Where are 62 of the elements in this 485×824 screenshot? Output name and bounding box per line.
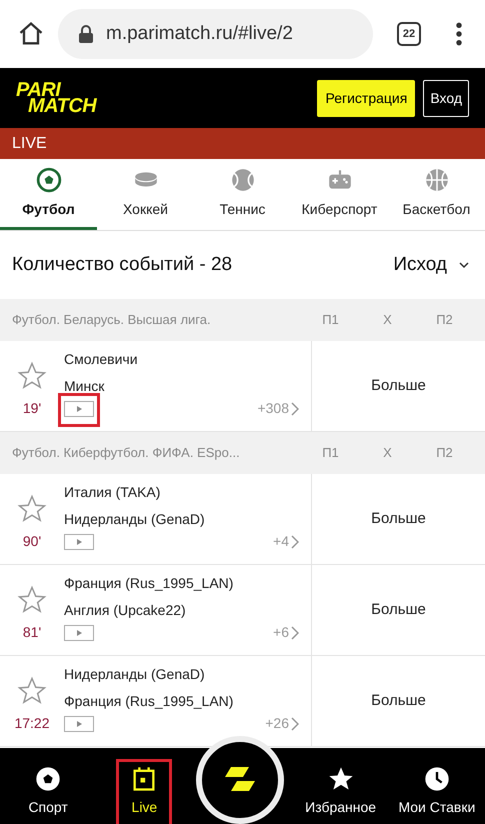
chevron-right-icon	[291, 534, 299, 548]
nav-item[interactable]: Спорт	[28, 765, 68, 818]
favorite-star-icon[interactable]	[17, 494, 47, 524]
nav-item[interactable]: Избранное	[305, 765, 376, 818]
column-header: П1	[321, 444, 340, 462]
tab-count[interactable]: 22	[397, 22, 421, 46]
team-name: Италия (TAKA)	[64, 483, 162, 502]
sport-tab[interactable]: Киберспорт	[291, 159, 388, 230]
sport-tab[interactable]: Теннис	[194, 159, 291, 230]
logo[interactable]: PARI MATCH	[16, 82, 96, 114]
chevron-right-icon	[291, 626, 299, 640]
more-odds-button[interactable]: Больше	[371, 508, 426, 530]
video-icon[interactable]	[64, 534, 94, 550]
team-name: Франция (Rus_1995_LAN)	[64, 692, 234, 711]
match-time: 17:22	[14, 714, 50, 733]
chevron-down-icon	[459, 262, 469, 268]
column-header: X	[382, 444, 393, 462]
sport-tab[interactable]: Баскетбол	[388, 159, 485, 230]
nav-item[interactable]: Мои Ставки	[398, 765, 476, 818]
nav-item[interactable]: Live	[130, 765, 158, 818]
login-button[interactable]: Вход	[423, 80, 469, 116]
favorite-star-icon[interactable]	[17, 585, 47, 615]
basketball-icon	[424, 166, 450, 192]
league-title: Футбол. Беларусь. Высшая лига.	[12, 311, 212, 330]
column-header: П2	[435, 311, 454, 330]
team-name: Смолевичи	[64, 350, 139, 369]
football-icon	[36, 166, 62, 192]
register-button[interactable]: Регистрация	[317, 80, 416, 116]
team-name: Англия (Upcake22)	[64, 601, 187, 620]
team-name: Нидерланды (GenaD)	[64, 665, 206, 684]
clock-icon	[422, 765, 451, 793]
more-odds-button[interactable]: Больше	[371, 374, 426, 398]
league-title: Футбол. Киберфутбол. ФИФА. ESpo...	[12, 444, 241, 462]
tennis-ball-icon	[230, 166, 256, 192]
url-text: m.parimatch.ru/#live/2	[106, 22, 293, 46]
logo-mark-icon	[223, 767, 257, 793]
team-name: Минск	[64, 377, 106, 396]
favorite-star-icon[interactable]	[17, 361, 47, 391]
team-name: Франция (Rus_1995_LAN)	[64, 574, 234, 593]
events-count: Количество событий - 28	[12, 252, 232, 277]
video-icon[interactable]	[64, 624, 94, 640]
column-header: П1	[321, 311, 340, 330]
football-icon	[34, 765, 62, 793]
sport-tab[interactable]: Футбол	[0, 159, 97, 230]
section-title: LIVE	[12, 134, 47, 154]
more-odds-button[interactable]: Больше	[371, 598, 426, 622]
sport-tab[interactable]: Хоккей	[97, 159, 194, 230]
column-header: X	[382, 311, 393, 330]
team-name: Нидерланды (GenaD)	[64, 510, 206, 529]
video-icon[interactable]	[64, 400, 94, 416]
lock-icon	[78, 25, 94, 43]
chevron-right-icon	[291, 716, 299, 730]
column-header: П2	[435, 444, 454, 462]
chevron-right-icon	[291, 402, 299, 416]
match-time: 90'	[22, 532, 42, 551]
market-select[interactable]: Исход	[393, 250, 473, 280]
match-time: 81'	[22, 623, 42, 642]
favorite-star-icon[interactable]	[17, 676, 47, 706]
address-bar[interactable]: m.parimatch.ru/#live/2	[58, 9, 373, 59]
video-icon[interactable]	[64, 716, 94, 732]
more-odds-button[interactable]: Больше	[371, 690, 426, 712]
match-time: 19'	[22, 399, 42, 418]
